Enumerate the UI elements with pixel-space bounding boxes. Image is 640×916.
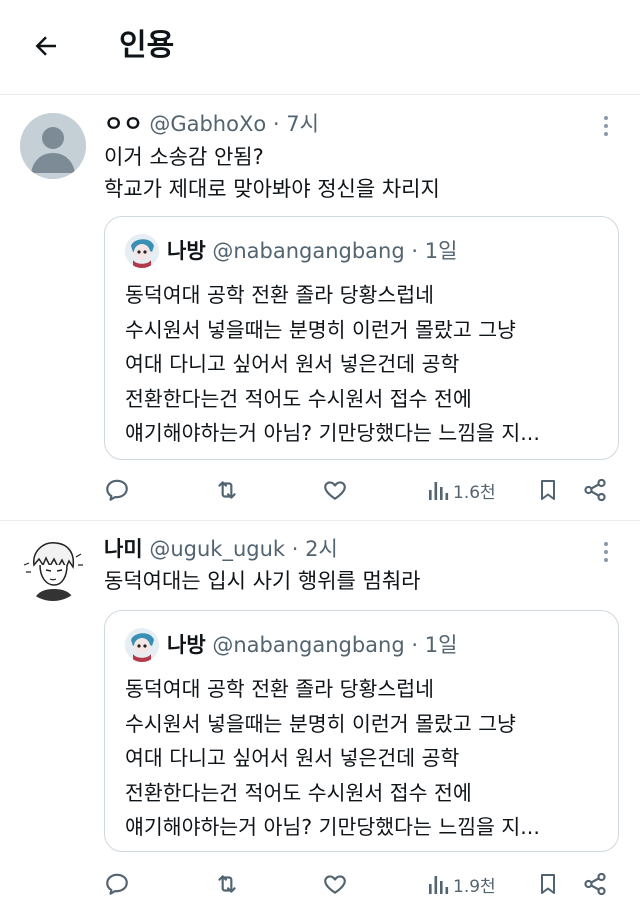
views-icon: [429, 482, 449, 500]
views-button[interactable]: 1.6천: [427, 472, 496, 508]
separator-dot: ·: [411, 633, 419, 657]
more-icon: [604, 542, 608, 546]
share-button[interactable]: [582, 866, 608, 902]
back-button[interactable]: [26, 26, 66, 66]
top-bar: 인용: [0, 0, 640, 95]
tweet-meta: 나미 @uguk_uguk · 2시: [104, 534, 338, 564]
avatar[interactable]: [20, 113, 86, 179]
heart-icon: [324, 875, 346, 894]
quoted-avatar: [125, 628, 159, 662]
like-button[interactable]: [322, 866, 348, 902]
display-name[interactable]: 나미: [104, 537, 143, 561]
tweet[interactable]: 나미 @uguk_uguk · 2시 동덕여대는 입시 사기 행위를 멈춰라 나…: [0, 521, 640, 916]
reply-button[interactable]: [104, 472, 130, 508]
quoted-text: 동덕여대 공학 전환 졸라 당황스럽네 수시원서 넣을때는 분명히 이런거 몰랐…: [125, 677, 540, 839]
default-avatar-icon: [20, 113, 86, 179]
bookmark-icon: [541, 874, 555, 894]
quoted-avatar: [125, 234, 159, 268]
avatar[interactable]: [20, 535, 86, 601]
action-bar: 1.6천: [104, 472, 624, 508]
user-handle[interactable]: @uguk_uguk: [149, 537, 285, 561]
quoted-text: 동덕여대 공학 전환 졸라 당황스럽네 수시원서 넣을때는 분명히 이런거 몰랐…: [125, 283, 540, 445]
manga-avatar-icon: [20, 535, 86, 601]
like-button[interactable]: [322, 472, 348, 508]
quoted-tweet[interactable]: 나방 @nabangangbang · 1일 동덕여대 공학 전환 졸라 당황스…: [104, 610, 619, 852]
quoted-handle: @nabangangbang: [212, 633, 405, 657]
view-count: 1.9천: [453, 876, 496, 897]
back-arrow-icon: [35, 36, 56, 56]
more-button[interactable]: [594, 111, 618, 141]
display-name[interactable]: ㅇㅇ: [104, 112, 143, 136]
retweet-icon: [218, 481, 236, 499]
bookmark-button[interactable]: [536, 866, 560, 902]
share-icon: [584, 872, 606, 896]
share-icon: [584, 478, 606, 502]
views-icon: [429, 876, 449, 894]
quoted-display-name: 나방: [167, 239, 206, 263]
tweet-text: 이거 소송감 안됨? 학교가 제대로 맞아봐야 정신을 차리지: [104, 145, 440, 201]
bookmark-button[interactable]: [536, 472, 560, 508]
page-title: 인용: [119, 28, 175, 63]
retweet-button[interactable]: [214, 866, 240, 902]
quoted-timestamp: 1일: [424, 239, 458, 263]
user-handle[interactable]: @GabhoXo: [149, 112, 266, 136]
reply-icon: [106, 873, 128, 895]
bookmark-icon: [541, 480, 555, 500]
timestamp[interactable]: 7시: [286, 112, 319, 136]
action-bar: 1.9천: [104, 866, 624, 902]
heart-icon: [324, 481, 346, 500]
separator-dot: ·: [291, 537, 299, 561]
retweet-button[interactable]: [214, 472, 240, 508]
quoted-handle: @nabangangbang: [212, 239, 405, 263]
timestamp[interactable]: 2시: [305, 537, 338, 561]
separator-dot: ·: [411, 239, 419, 263]
retweet-icon: [218, 875, 236, 893]
quoted-meta: 나방 @nabangangbang · 1일: [167, 629, 457, 661]
tweet[interactable]: ㅇㅇ @GabhoXo · 7시 이거 소송감 안됨? 학교가 제대로 맞아봐야…: [0, 95, 640, 521]
tweet-text: 동덕여대는 입시 사기 행위를 멈춰라: [104, 569, 421, 593]
reply-button[interactable]: [104, 866, 130, 902]
view-count: 1.6천: [453, 482, 496, 503]
separator-dot: ·: [272, 112, 280, 136]
views-button[interactable]: 1.9천: [427, 866, 496, 902]
more-icon: [604, 116, 608, 120]
more-button[interactable]: [594, 537, 618, 567]
quoted-display-name: 나방: [167, 633, 206, 657]
quoted-meta: 나방 @nabangangbang · 1일: [167, 235, 457, 267]
tweet-meta: ㅇㅇ @GabhoXo · 7시: [104, 109, 319, 139]
quoted-tweet[interactable]: 나방 @nabangangbang · 1일 동덕여대 공학 전환 졸라 당황스…: [104, 216, 619, 460]
reply-icon: [106, 479, 128, 501]
share-button[interactable]: [582, 472, 608, 508]
quoted-timestamp: 1일: [424, 633, 458, 657]
